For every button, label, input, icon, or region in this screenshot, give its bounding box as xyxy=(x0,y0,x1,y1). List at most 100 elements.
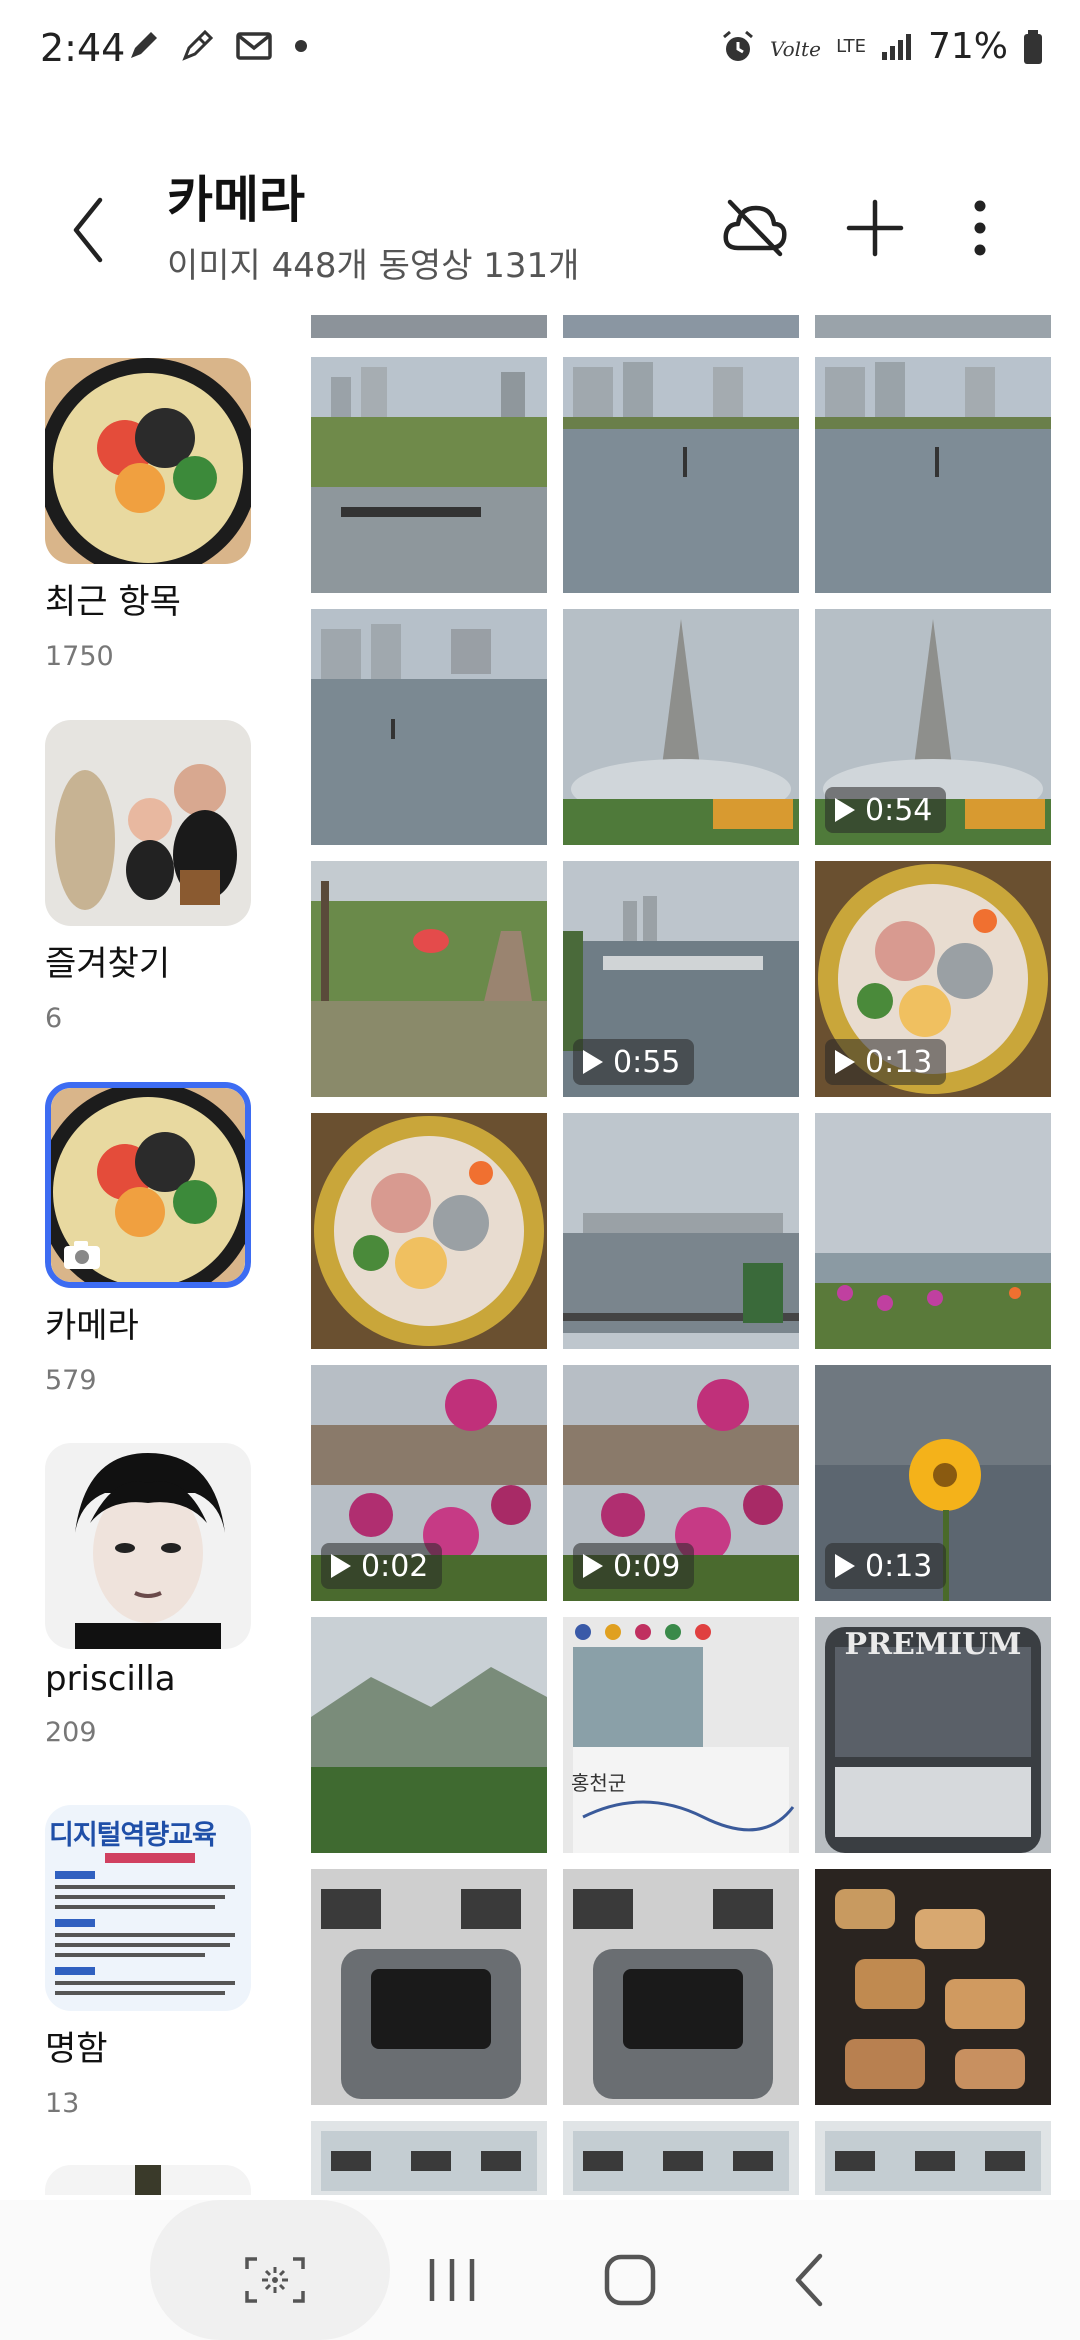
dot-icon xyxy=(295,40,307,52)
album-name: 카메라 xyxy=(45,1306,139,1346)
thumbnail-image xyxy=(311,357,547,593)
album-header: 카메라 이미지 448개 동영상 131개 xyxy=(0,150,1080,290)
photo-thumbnail[interactable] xyxy=(311,1617,547,1853)
focus-icon xyxy=(245,2257,305,2303)
album-count: 1750 xyxy=(45,641,114,672)
video-thumbnail[interactable]: 0:54 xyxy=(815,609,1051,845)
album-thumbnail[interactable] xyxy=(45,358,251,564)
album-summary: 이미지 448개 동영상 131개 xyxy=(167,246,580,286)
album-count: 579 xyxy=(45,1365,97,1396)
recents-button[interactable] xyxy=(412,2240,492,2320)
photo-thumbnail[interactable] xyxy=(815,357,1051,593)
video-duration-badge: 0:13 xyxy=(825,1543,947,1589)
album-business-cards[interactable]: 디지털역량교육 명함 13 xyxy=(45,1805,255,2119)
play-icon xyxy=(835,798,855,822)
pen-icon xyxy=(131,32,157,58)
video-duration-badge: 0:02 xyxy=(321,1543,443,1589)
album-count: 6 xyxy=(45,1003,63,1034)
status-time: 2:44 xyxy=(40,26,126,70)
album-name: 최근 항목 xyxy=(45,582,181,622)
cloud-sync-button[interactable] xyxy=(715,188,795,268)
nav-back-button[interactable] xyxy=(770,2240,850,2320)
photo-thumbnail[interactable] xyxy=(815,2121,1051,2195)
thumbnail-image xyxy=(815,1113,1051,1349)
photo-thumbnail[interactable] xyxy=(311,1113,547,1349)
battery-percent: 71% xyxy=(927,26,1008,67)
album-thumbnail[interactable] xyxy=(45,720,251,926)
navigation-bar xyxy=(0,2200,1080,2340)
signal-icon xyxy=(881,33,911,60)
video-thumbnail[interactable]: 0:02 xyxy=(311,1365,547,1601)
recents-icon xyxy=(429,2259,475,2301)
video-duration-badge: 0:54 xyxy=(825,787,947,833)
page-title: 카메라 xyxy=(167,171,305,229)
back-icon xyxy=(795,2253,823,2307)
pen-outline-icon xyxy=(182,29,214,61)
album-count: 209 xyxy=(45,1717,97,1748)
alarm-icon xyxy=(723,30,754,61)
cloud-off-icon xyxy=(723,199,787,257)
album-thumbnail[interactable] xyxy=(45,2165,251,2195)
play-icon xyxy=(583,1050,603,1074)
album-camera[interactable]: 카메라 579 xyxy=(45,1082,255,1396)
home-button[interactable] xyxy=(590,2240,670,2320)
album-recent[interactable]: 최근 항목 1750 xyxy=(45,358,255,672)
album-count: 13 xyxy=(45,2088,80,2119)
video-duration: 0:09 xyxy=(613,1548,681,1584)
photo-thumbnail[interactable] xyxy=(563,2121,799,2195)
video-duration: 0:13 xyxy=(865,1044,933,1080)
album-thumbnail[interactable] xyxy=(45,1082,251,1288)
album-priscilla[interactable]: priscilla 209 xyxy=(45,1443,255,1748)
album-name: priscilla xyxy=(45,1659,176,1699)
add-button[interactable] xyxy=(835,188,915,268)
back-icon xyxy=(73,197,103,263)
back-button[interactable] xyxy=(60,190,120,270)
album-thumbnail[interactable]: 디지털역량교육 xyxy=(45,1805,251,2011)
photo-thumbnail[interactable] xyxy=(311,1869,547,2105)
photo-thumbnail[interactable] xyxy=(563,1113,799,1349)
photo-thumbnail[interactable] xyxy=(563,1869,799,2105)
video-duration: 0:54 xyxy=(865,792,933,828)
grid-top-partial-row xyxy=(311,315,1051,338)
video-duration-badge: 0:55 xyxy=(573,1039,695,1085)
camera-icon xyxy=(64,1241,100,1269)
album-next[interactable] xyxy=(45,2165,255,2195)
play-icon xyxy=(583,1554,603,1578)
photo-thumbnail[interactable]: 홍천군 xyxy=(563,1617,799,1853)
thumbnail-image xyxy=(563,1113,799,1349)
plus-icon xyxy=(846,199,904,257)
focus-button[interactable] xyxy=(235,2240,315,2320)
album-thumbnail[interactable] xyxy=(45,1443,251,1649)
video-thumbnail[interactable]: 0:13 xyxy=(815,1365,1051,1601)
photo-thumbnail[interactable] xyxy=(311,357,547,593)
play-icon xyxy=(331,1554,351,1578)
network-label: LTE xyxy=(836,35,866,57)
photo-thumbnail[interactable] xyxy=(563,609,799,845)
thumbnail-label: 홍천군 xyxy=(571,1771,627,1795)
volte-icon: Volte xyxy=(770,37,821,61)
photo-thumbnail[interactable] xyxy=(311,609,547,845)
album-sidebar[interactable]: 최근 항목 1750 즐겨찾기 6 카메라 579 priscilla 209 … xyxy=(0,315,300,2195)
photo-thumbnail[interactable] xyxy=(311,2121,547,2195)
play-icon xyxy=(835,1050,855,1074)
video-thumbnail[interactable]: 0:09 xyxy=(563,1365,799,1601)
more-icon xyxy=(974,200,986,256)
more-options-button[interactable] xyxy=(940,188,1020,268)
video-duration: 0:02 xyxy=(361,1548,429,1584)
photo-thumbnail[interactable]: PREMIUM xyxy=(815,1617,1051,1853)
photo-grid[interactable]: 0:54 0:55 0:13 0:02 0:09 0:13 홍천군 PREMIUM xyxy=(311,315,1051,2195)
notification-icons xyxy=(125,28,311,64)
thumbnail-image xyxy=(311,861,547,1097)
thumbnail-label: PREMIUM xyxy=(844,1627,1022,1662)
photo-thumbnail[interactable] xyxy=(563,357,799,593)
video-thumbnail[interactable]: 0:13 xyxy=(815,861,1051,1097)
thumbnail-image xyxy=(563,609,799,845)
thumbnail-image xyxy=(563,2121,799,2195)
photo-thumbnail[interactable] xyxy=(815,1869,1051,2105)
thumbnail-image xyxy=(815,2121,1051,2195)
photo-thumbnail[interactable] xyxy=(815,1113,1051,1349)
photo-thumbnail[interactable] xyxy=(311,861,547,1097)
video-thumbnail[interactable]: 0:55 xyxy=(563,861,799,1097)
album-favorites[interactable]: 즐겨찾기 6 xyxy=(45,720,255,1034)
album-name: 명함 xyxy=(45,2029,108,2069)
